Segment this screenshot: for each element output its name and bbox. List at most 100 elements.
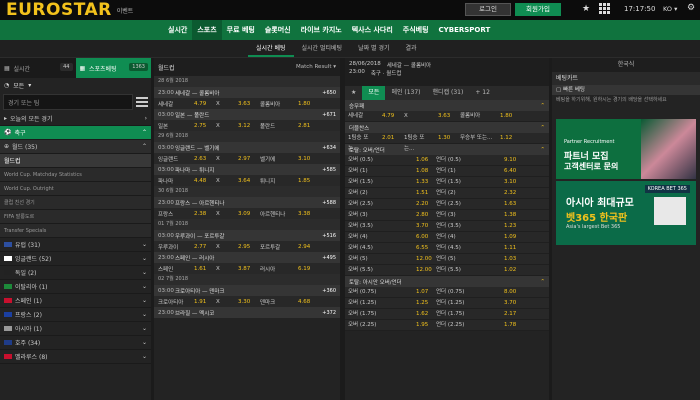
nav-item[interactable]: 라이브 카지노	[296, 20, 347, 40]
odds-cell[interactable]: 무승부 또는...	[457, 133, 497, 143]
eurostar-logo[interactable]: EUROSTAR	[6, 0, 112, 20]
market-header-dc[interactable]: 더블찬스 ⌃	[345, 122, 549, 133]
sidebar-subitem[interactable]: 클럽 친선 경기	[0, 196, 151, 210]
odds-row[interactable]: 우루과이 2.77 X 2.95 포르투갈 2.94	[154, 241, 340, 252]
match-header[interactable]: 03:00 크로아티아 — 덴마크 +360	[154, 285, 340, 296]
nav-item[interactable]: 실시간	[163, 20, 192, 40]
odds-row[interactable]: 오버 (1.5) 1.33 언더 (1.5) 3.10	[345, 177, 549, 188]
sidebar-item-soccer[interactable]: ⚽ 축구 ⌃	[0, 126, 151, 140]
more-markets[interactable]: +650	[322, 90, 336, 96]
odds-cell[interactable]: 4.79	[379, 111, 401, 121]
market-select[interactable]: Match Result ▾	[296, 64, 336, 70]
odds-cell[interactable]: 6.00	[413, 232, 433, 242]
favorite-star-icon[interactable]: ★	[582, 4, 590, 14]
subnav-item[interactable]: 실시간 멀티베팅	[294, 40, 351, 57]
odds-cell[interactable]: 8.00	[501, 287, 519, 297]
odds-cell[interactable]: 2.97	[238, 156, 260, 162]
odds-cell[interactable]: 9.10	[501, 155, 519, 165]
odds-cell[interactable]: 3.10	[298, 156, 310, 162]
more-markets[interactable]: +516	[322, 233, 336, 239]
odds-cell[interactable]: 2.94	[298, 244, 310, 250]
sidebar-item-country[interactable]: 잉글랜드 (52) ⌄	[0, 252, 151, 266]
odds-row[interactable]: 오버 (2.25) 1.95 언더 (2.25) 1.78	[345, 320, 549, 331]
odds-cell[interactable]: 언더 (0.5)	[433, 155, 501, 165]
odds-cell[interactable]: 1.30	[435, 133, 457, 143]
odds-row[interactable]: 오버 (2.5) 2.20 언더 (2.5) 1.63	[345, 199, 549, 210]
odds-cell[interactable]: 언더 (1)	[433, 166, 501, 176]
search-input[interactable]: 경기 또는 팀	[3, 94, 133, 110]
odds-cell[interactable]: 1팀승 또는...	[401, 133, 435, 152]
odds-row[interactable]: 스페인 1.61 X 3.87 러시아 6.19	[154, 263, 340, 274]
odds-cell[interactable]: 1.03	[501, 254, 519, 264]
market-tab[interactable]: 모든	[362, 86, 386, 100]
odds-cell[interactable]: 3.10	[501, 177, 519, 187]
odds-cell[interactable]: 1.63	[501, 199, 519, 209]
odds-row[interactable]: 1팀승 또는... 2.01 1팀승 또는... 1.30 무승부 또는... 1.12	[345, 133, 549, 152]
match-header[interactable]: 23:00 브라질 — 멕시코 +372	[154, 307, 340, 318]
odds-cell[interactable]: 1.09	[501, 232, 519, 242]
odds-row[interactable]: 일본 2.75 X 3.12 폴란드 2.81	[154, 120, 340, 131]
odds-cell[interactable]: 언더 (0.75)	[433, 287, 501, 297]
match-header[interactable]: 23:00 스페인 — 러시아 +495	[154, 252, 340, 263]
odds-cell[interactable]: X	[401, 111, 435, 121]
odds-cell[interactable]: 1.78	[501, 320, 519, 330]
odds-cell[interactable]: 1.02	[501, 265, 519, 275]
more-markets[interactable]: +585	[322, 167, 336, 173]
market-tab[interactable]: 핸디캡 (31)	[427, 86, 470, 100]
odds-row[interactable]: 오버 (3) 2.80 언더 (3) 1.38	[345, 210, 549, 221]
match-header[interactable]: 03:00 잉글랜드 — 벨기에 +634	[154, 142, 340, 153]
odds-format-select[interactable]: 한국식	[552, 58, 700, 72]
odds-row[interactable]: 오버 (5.5) 12.00 언더 (5.5) 1.02	[345, 265, 549, 276]
market-header-asian[interactable]: 토탈: 아시안 오버/언더 ⌃	[345, 276, 549, 287]
star-icon[interactable]: ★	[345, 86, 362, 100]
odds-cell[interactable]: 언더 (2.5)	[433, 199, 501, 209]
odds-cell[interactable]: 4.48	[194, 178, 216, 184]
odds-cell[interactable]: 2.77	[194, 244, 216, 250]
nav-item[interactable]: 무료 베팅	[222, 20, 260, 40]
match-header[interactable]: 23:00 프랑스 — 아르헨티나 +588	[154, 197, 340, 208]
sidebar-item-country[interactable]: 유럽 (31) ⌄	[0, 238, 151, 252]
odds-cell[interactable]: 3.87	[238, 266, 260, 272]
odds-cell[interactable]: 1.06	[413, 155, 433, 165]
odds-cell[interactable]: 2.20	[413, 199, 433, 209]
event-link[interactable]: 이벤트	[117, 6, 134, 15]
odds-cell[interactable]: 오버 (0.75)	[345, 287, 413, 297]
odds-cell[interactable]: 3.38	[298, 211, 310, 217]
sidebar-item-country[interactable]: 호주 (34) ⌄	[0, 336, 151, 350]
odds-cell[interactable]: 오버 (1.5)	[345, 177, 413, 187]
market-tab[interactable]: + 12	[469, 86, 496, 100]
more-markets[interactable]: +671	[322, 112, 336, 118]
more-markets[interactable]: +588	[322, 200, 336, 206]
sidebar-subitem[interactable]: Transfer Specials	[0, 224, 151, 238]
odds-cell[interactable]: 언더 (4)	[433, 232, 501, 242]
odds-cell[interactable]: 오버 (1)	[345, 166, 413, 176]
gear-icon[interactable]: ⚙	[687, 3, 695, 13]
odds-cell[interactable]: 언더 (4.5)	[433, 243, 501, 253]
sidebar-item-today[interactable]: ▸ 오늘의 모든 경기 ›	[0, 112, 151, 126]
odds-cell[interactable]: 2.81	[298, 123, 310, 129]
odds-cell[interactable]: 오버 (1.75)	[345, 309, 413, 319]
sidebar-item-country[interactable]: 아시아 (1) ⌄	[0, 322, 151, 336]
odds-cell[interactable]: 1.07	[413, 287, 433, 297]
odds-cell[interactable]: 2.01	[379, 133, 401, 143]
odds-cell[interactable]: 언더 (1.75)	[433, 309, 501, 319]
odds-cell[interactable]: 1.25	[413, 298, 433, 308]
sidebar-subitem[interactable]: FIFA 발롱도르	[0, 210, 151, 224]
odds-cell[interactable]: 2.95	[238, 244, 260, 250]
odds-cell[interactable]: 1.85	[298, 178, 310, 184]
odds-cell[interactable]: 12.00	[413, 265, 433, 275]
odds-row[interactable]: 오버 (1.25) 1.25 언더 (1.25) 3.70	[345, 298, 549, 309]
nav-item[interactable]: 주식베팅	[398, 20, 434, 40]
odds-cell[interactable]: 언더 (1.5)	[433, 177, 501, 187]
sidebar-item-country[interactable]: 프랑스 (2) ⌄	[0, 308, 151, 322]
odds-cell[interactable]: 2.17	[501, 309, 519, 319]
odds-cell[interactable]: 6.19	[298, 266, 310, 272]
tab-live[interactable]: ▦ 실시간 44	[0, 58, 76, 78]
odds-cell[interactable]: 3.12	[238, 123, 260, 129]
odds-cell[interactable]: 콜롬비아	[457, 111, 497, 121]
odds-cell[interactable]: 오버 (2.25)	[345, 320, 413, 330]
odds-cell[interactable]: 2.80	[413, 210, 433, 220]
bet365-banner[interactable]: KOREA BET 365 아시아 최대규모 벳365 한국판 Asia's l…	[556, 181, 696, 245]
odds-cell[interactable]: 언더 (3)	[433, 210, 501, 220]
nav-item[interactable]: CYBERSPORT	[434, 20, 496, 40]
